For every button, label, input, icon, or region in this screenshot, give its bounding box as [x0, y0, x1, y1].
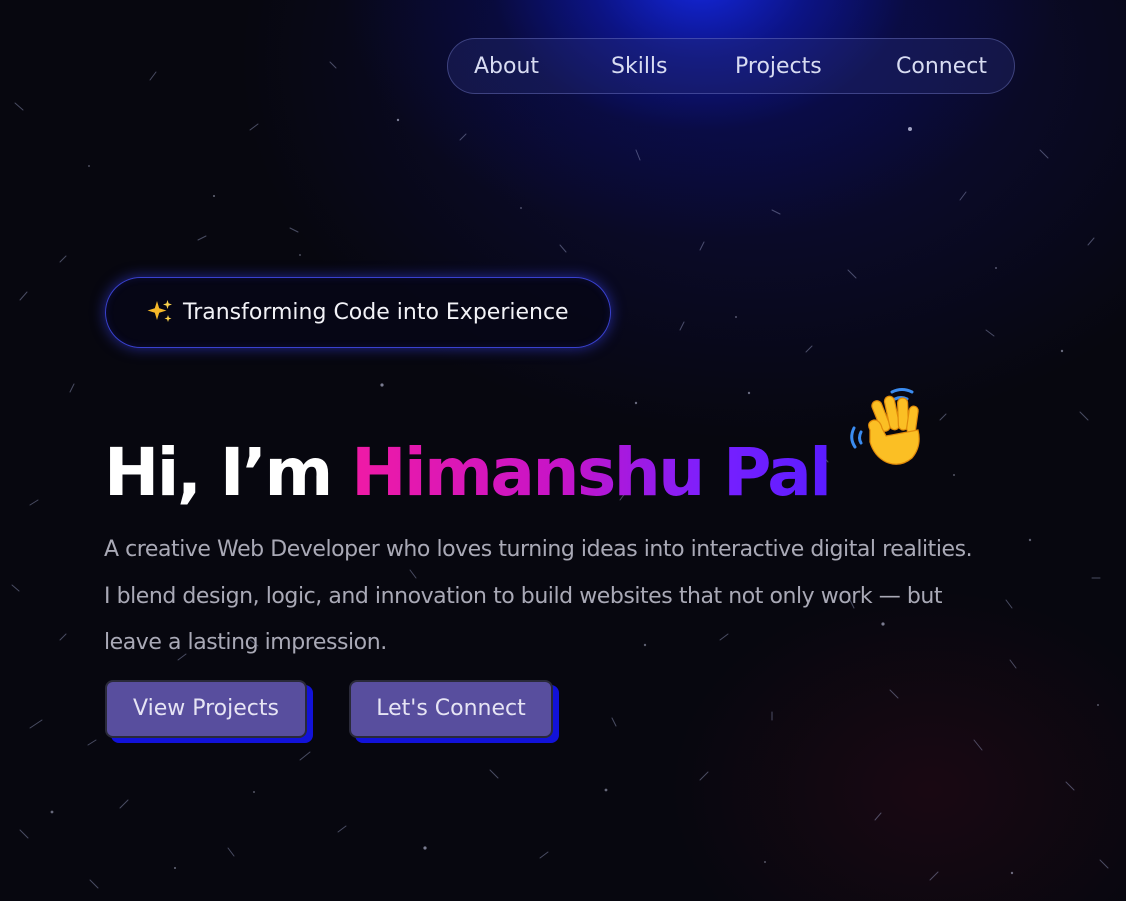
description-line-1: A creative Web Developer who loves turni… [104, 537, 973, 562]
top-navigation: About Skills Projects Connect [447, 38, 1015, 94]
view-projects-button-wrapper: View Projects [105, 680, 313, 743]
nav-link-projects[interactable]: Projects [735, 54, 822, 79]
nav-link-about[interactable]: About [474, 54, 539, 79]
greeting-text: Hi, I’m [104, 434, 352, 512]
view-projects-button[interactable]: View Projects [105, 680, 307, 738]
waving-hand-icon [850, 388, 920, 465]
description-line-2: I blend design, logic, and innovation to… [104, 583, 943, 609]
portfolio-hero-page: About Skills Projects Connect Transformi… [0, 0, 1126, 901]
nav-link-connect[interactable]: Connect [896, 54, 987, 79]
sparkles-icon [147, 300, 172, 322]
tagline-text: Transforming Code into Experience [183, 300, 569, 325]
lets-connect-button[interactable]: Let's Connect [349, 680, 553, 738]
hero-description: A creative Web Developer who loves turni… [104, 527, 1094, 667]
lets-connect-button-wrapper: Let's Connect [349, 680, 559, 743]
nav-link-skills[interactable]: Skills [611, 54, 668, 79]
hero-heading: Hi, I’m Himanshu Pal [104, 428, 832, 518]
hero-name: Himanshu Pal [351, 434, 832, 512]
tagline-badge: Transforming Code into Experience [105, 277, 611, 348]
description-line-3: leave a lasting impression. [104, 630, 387, 655]
